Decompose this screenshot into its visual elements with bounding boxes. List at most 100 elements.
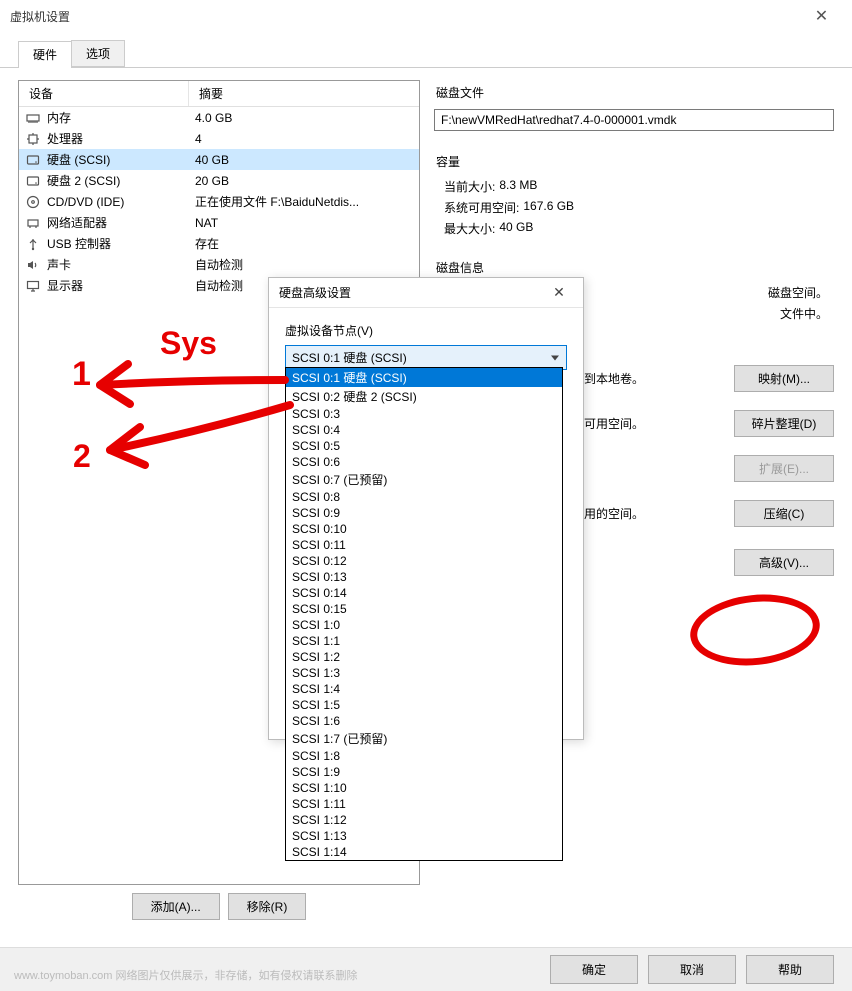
remove-hardware-button[interactable]: 移除(R) — [228, 893, 307, 920]
hardware-item-summary: 4 — [195, 132, 413, 146]
watermark: www.toymoban.com 网络图片仅供展示，非存储，如有侵权请联系删除 — [14, 967, 357, 983]
hardware-item-summary: 自动检测 — [195, 256, 413, 273]
hardware-row[interactable]: 网络适配器NAT — [19, 212, 419, 233]
compact-button[interactable]: 压缩(C) — [734, 500, 834, 527]
sound-icon — [25, 257, 41, 273]
memory-icon — [25, 110, 41, 126]
combo-option[interactable]: SCSI 1:5 — [286, 697, 562, 713]
usb-icon — [25, 236, 41, 252]
max-size-label: 最大大小: — [444, 220, 495, 237]
combo-option[interactable]: SCSI 1:6 — [286, 713, 562, 729]
disk-info-line1: 磁盘空间。 — [768, 284, 828, 301]
combo-option[interactable]: SCSI 0:5 — [286, 438, 562, 454]
current-size-label: 当前大小: — [444, 178, 495, 195]
disk-icon — [25, 173, 41, 189]
hardware-item-summary: 正在使用文件 F:\BaiduNetdis... — [195, 193, 413, 210]
combo-option[interactable]: SCSI 0:12 — [286, 553, 562, 569]
combo-option[interactable]: SCSI 1:14 — [286, 844, 562, 860]
help-button[interactable]: 帮助 — [746, 955, 834, 984]
hardware-row[interactable]: USB 控制器存在 — [19, 233, 419, 254]
combo-option[interactable]: SCSI 0:13 — [286, 569, 562, 585]
advanced-disk-dialog: 硬盘高级设置 ✕ 虚拟设备节点(V) SCSI 0:1 硬盘 (SCSI) SC… — [268, 277, 584, 740]
hardware-row[interactable]: 硬盘 (SCSI)40 GB — [19, 149, 419, 170]
combo-option[interactable]: SCSI 1:9 — [286, 764, 562, 780]
hardware-row[interactable]: CD/DVD (IDE)正在使用文件 F:\BaiduNetdis... — [19, 191, 419, 212]
combo-option[interactable]: SCSI 0:3 — [286, 406, 562, 422]
tab-strip: 硬件 选项 — [0, 32, 852, 68]
tab-hardware[interactable]: 硬件 — [18, 41, 72, 68]
combo-option[interactable]: SCSI 1:8 — [286, 748, 562, 764]
hardware-item-label: 硬盘 (SCSI) — [47, 151, 195, 168]
hardware-item-label: 内存 — [47, 109, 195, 126]
hardware-item-summary: 存在 — [195, 235, 413, 252]
window-title: 虚拟机设置 — [8, 8, 799, 25]
hardware-row[interactable]: 内存4.0 GB — [19, 107, 419, 128]
hardware-list-header: 设备 摘要 — [19, 81, 419, 107]
combo-option[interactable]: SCSI 1:4 — [286, 681, 562, 697]
disk-info-line2: 文件中。 — [780, 305, 828, 322]
close-icon[interactable]: ✕ — [799, 1, 844, 31]
capacity-label: 容量 — [436, 153, 834, 170]
dialog-title: 硬盘高级设置 — [279, 284, 545, 301]
display-icon — [25, 278, 41, 294]
combo-option[interactable]: SCSI 0:6 — [286, 454, 562, 470]
combo-option[interactable]: SCSI 0:2 硬盘 2 (SCSI) — [286, 387, 562, 406]
combo-option[interactable]: SCSI 0:14 — [286, 585, 562, 601]
map-button[interactable]: 映射(M)... — [734, 365, 834, 392]
disk-info-label: 磁盘信息 — [436, 259, 834, 276]
cancel-button[interactable]: 取消 — [648, 955, 736, 984]
hardware-item-label: 处理器 — [47, 130, 195, 147]
combo-option[interactable]: SCSI 0:11 — [286, 537, 562, 553]
combo-option[interactable]: SCSI 1:13 — [286, 828, 562, 844]
combo-option[interactable]: SCSI 1:11 — [286, 796, 562, 812]
combo-option[interactable]: SCSI 0:4 — [286, 422, 562, 438]
combo-option[interactable]: SCSI 1:10 — [286, 780, 562, 796]
hardware-row[interactable]: 硬盘 2 (SCSI)20 GB — [19, 170, 419, 191]
col-summary[interactable]: 摘要 — [189, 81, 419, 106]
dialog-close-icon[interactable]: ✕ — [545, 284, 573, 301]
hardware-item-label: 网络适配器 — [47, 214, 195, 231]
hardware-row[interactable]: 声卡自动检测 — [19, 254, 419, 275]
virtual-node-combo[interactable]: SCSI 0:1 硬盘 (SCSI) SCSI 0:1 硬盘 (SCSI)SCS… — [285, 345, 567, 370]
cd-icon — [25, 194, 41, 210]
hardware-item-label: 硬盘 2 (SCSI) — [47, 172, 195, 189]
free-space-label: 系统可用空间: — [444, 199, 519, 216]
hardware-row[interactable]: 处理器4 — [19, 128, 419, 149]
combo-option[interactable]: SCSI 0:8 — [286, 489, 562, 505]
combo-dropdown: SCSI 0:1 硬盘 (SCSI)SCSI 0:2 硬盘 2 (SCSI)SC… — [285, 367, 563, 861]
cpu-icon — [25, 131, 41, 147]
max-size-value: 40 GB — [499, 220, 533, 237]
hardware-item-label: CD/DVD (IDE) — [47, 195, 195, 209]
combo-option[interactable]: SCSI 1:0 — [286, 617, 562, 633]
col-device[interactable]: 设备 — [19, 81, 189, 106]
disk-icon — [25, 152, 41, 168]
titlebar: 虚拟机设置 ✕ — [0, 0, 852, 32]
combo-option[interactable]: SCSI 0:1 硬盘 (SCSI) — [286, 368, 562, 387]
combo-option[interactable]: SCSI 0:15 — [286, 601, 562, 617]
tab-options[interactable]: 选项 — [71, 40, 125, 67]
hardware-item-summary: 20 GB — [195, 174, 413, 188]
combo-option[interactable]: SCSI 0:7 (已预留) — [286, 470, 562, 489]
combo-option[interactable]: SCSI 1:2 — [286, 649, 562, 665]
add-hardware-button[interactable]: 添加(A)... — [132, 893, 220, 920]
hardware-item-summary: 4.0 GB — [195, 111, 413, 125]
current-size-value: 8.3 MB — [499, 178, 537, 195]
disk-file-label: 磁盘文件 — [436, 84, 834, 101]
ok-button[interactable]: 确定 — [550, 955, 638, 984]
combo-option[interactable]: SCSI 1:3 — [286, 665, 562, 681]
combo-option[interactable]: SCSI 0:10 — [286, 521, 562, 537]
combo-option[interactable]: SCSI 1:7 (已预留) — [286, 729, 562, 748]
hardware-item-label: 显示器 — [47, 277, 195, 294]
disk-file-input[interactable] — [434, 109, 834, 131]
free-space-value: 167.6 GB — [523, 199, 574, 216]
combo-option[interactable]: SCSI 0:9 — [286, 505, 562, 521]
virtual-node-label: 虚拟设备节点(V) — [285, 322, 567, 339]
expand-button[interactable]: 扩展(E)... — [734, 455, 834, 482]
defrag-button[interactable]: 碎片整理(D) — [734, 410, 834, 437]
combo-option[interactable]: SCSI 1:1 — [286, 633, 562, 649]
hardware-item-label: USB 控制器 — [47, 235, 195, 252]
advanced-button[interactable]: 高级(V)... — [734, 549, 834, 576]
hardware-item-summary: 40 GB — [195, 153, 413, 167]
hardware-item-label: 声卡 — [47, 256, 195, 273]
combo-option[interactable]: SCSI 1:12 — [286, 812, 562, 828]
